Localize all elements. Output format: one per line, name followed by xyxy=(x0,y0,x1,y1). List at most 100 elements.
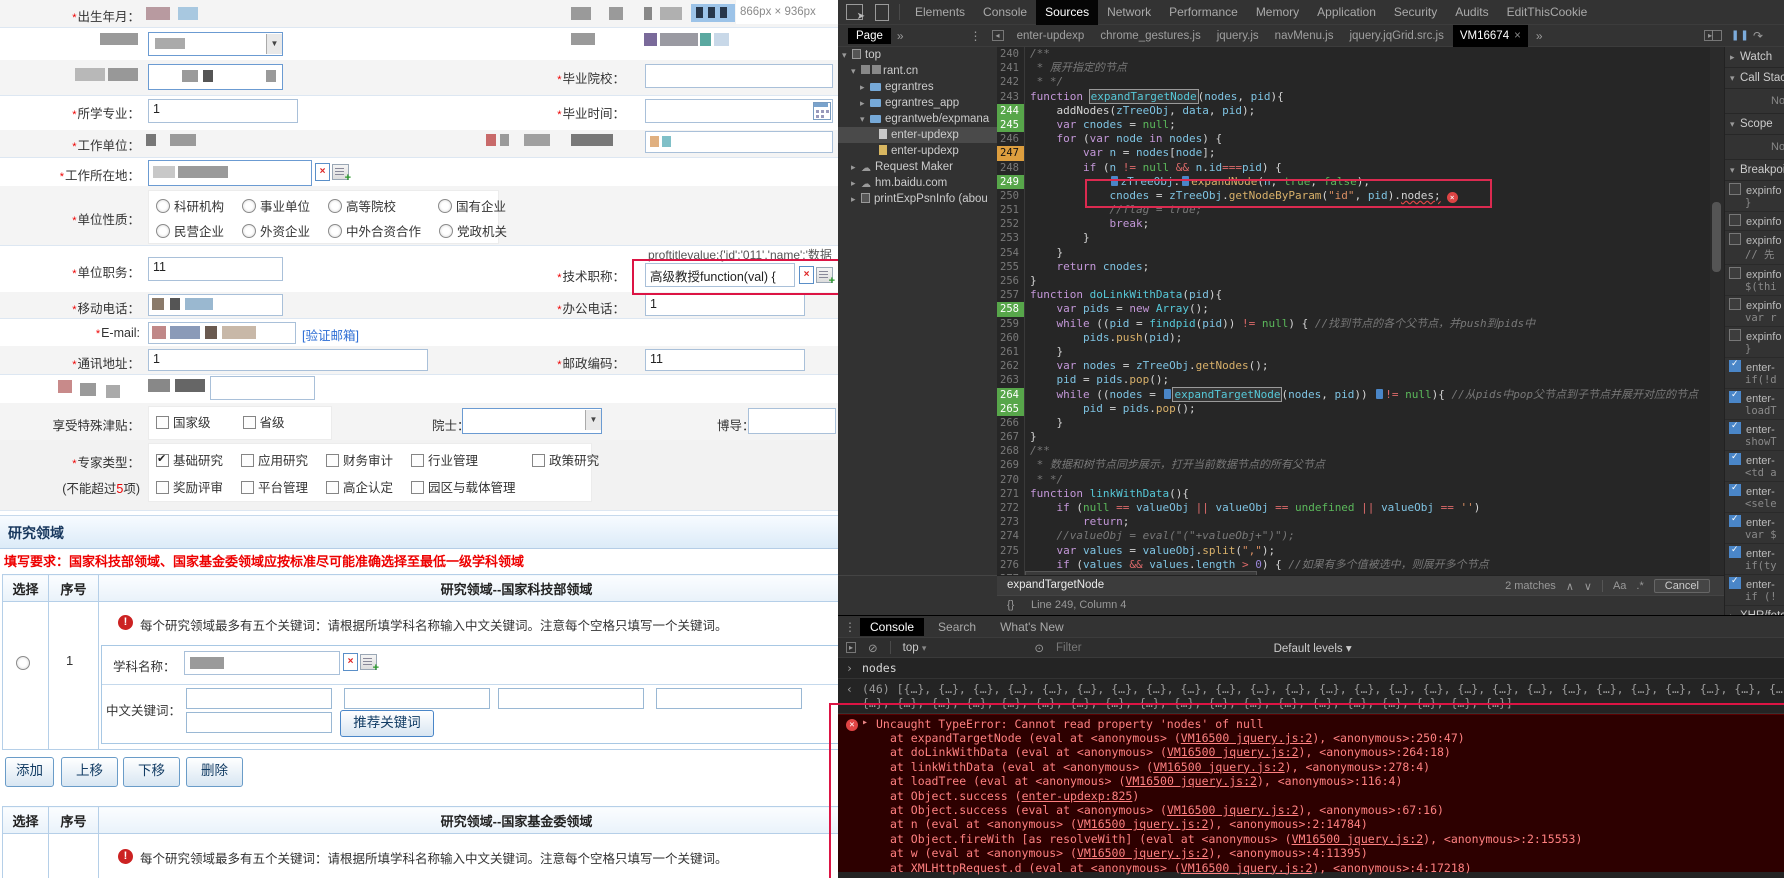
code-line-256[interactable]: 256} xyxy=(997,274,1710,288)
line-number[interactable]: 250 xyxy=(997,189,1025,203)
breakpoint-checkbox[interactable] xyxy=(1729,267,1741,279)
scope-section[interactable]: ▾Scope xyxy=(1725,114,1784,135)
address-input[interactable]: 1 xyxy=(148,349,428,371)
radio-button[interactable] xyxy=(156,199,170,213)
option-外资企业[interactable]: 外资企业 xyxy=(242,221,310,240)
more-files-icon[interactable]: » xyxy=(1536,29,1543,43)
row-select-radio[interactable] xyxy=(16,656,30,670)
inline-breakpoint-marker[interactable] xyxy=(1164,389,1171,399)
file-tab-chrome_gestures.js[interactable]: chrome_gestures.js xyxy=(1093,25,1207,47)
devtools-tab-elements[interactable]: Elements xyxy=(906,0,974,25)
radio-button[interactable] xyxy=(328,199,342,213)
code-line-253[interactable]: 253 } xyxy=(997,231,1710,245)
code-line-273[interactable]: 273 return; xyxy=(997,515,1710,529)
tree-item-egrantweb-expmana[interactable]: ▾egrantweb/expmana xyxy=(838,111,997,127)
devtools-tab-sources[interactable]: Sources xyxy=(1036,0,1098,25)
breakpoint-item[interactable]: expinfo$(thi xyxy=(1725,265,1784,296)
search-cancel-button[interactable]: Cancel xyxy=(1654,579,1710,593)
device-toolbar-icon[interactable] xyxy=(875,4,889,21)
code-line-245[interactable]: 245 var cnodes = null; xyxy=(997,118,1710,132)
breakpoint-checkbox[interactable] xyxy=(1729,422,1741,434)
keyword-input-2[interactable] xyxy=(344,688,490,709)
option-国有企业[interactable]: 国有企业 xyxy=(438,196,506,215)
clear-selection-icon[interactable]: × xyxy=(343,653,358,671)
code-line-255[interactable]: 255 return cnodes; xyxy=(997,260,1710,274)
breakpoint-checkbox[interactable] xyxy=(1729,329,1741,341)
select-from-list-icon[interactable] xyxy=(332,164,349,180)
doctoral-advisor-input[interactable] xyxy=(748,408,836,434)
option-高企认定[interactable]: 高企认定 xyxy=(326,477,393,496)
checkbox[interactable] xyxy=(156,416,169,429)
clear-console-icon[interactable]: ⊘ xyxy=(868,641,878,655)
option-政策研究[interactable]: 政策研究 xyxy=(532,450,599,469)
redacted-input[interactable] xyxy=(210,376,315,400)
drawer-menu-icon[interactable]: ⋮ xyxy=(844,620,856,634)
line-number[interactable]: 261 xyxy=(997,345,1025,359)
breakpoint-checkbox[interactable] xyxy=(1729,453,1741,465)
line-number[interactable]: 247 xyxy=(997,146,1025,160)
chevron-down-icon[interactable]: ▼ xyxy=(266,34,282,54)
line-number[interactable]: 241 xyxy=(997,61,1025,75)
devtools-tab-performance[interactable]: Performance xyxy=(1160,0,1247,25)
code-line-241[interactable]: 241 * 展开指定的节点 xyxy=(997,61,1710,75)
code-line-252[interactable]: 252 break; xyxy=(997,217,1710,231)
option-平台管理[interactable]: 平台管理 xyxy=(241,477,308,496)
breakpoint-item[interactable]: expinfo} xyxy=(1725,327,1784,358)
code-line-246[interactable]: 246 for (var node in nodes) { xyxy=(997,132,1710,146)
radio-button[interactable] xyxy=(439,224,453,238)
breakpoint-checkbox[interactable] xyxy=(1729,360,1741,372)
scrollbar-thumb[interactable] xyxy=(1712,202,1721,272)
breakpoint-checkbox[interactable] xyxy=(1729,577,1741,589)
breakpoint-checkbox[interactable] xyxy=(1729,183,1741,195)
code-line-265[interactable]: 265 pid = pids.pop(); xyxy=(997,402,1710,416)
devtools-tab-audits[interactable]: Audits xyxy=(1446,0,1497,25)
search-prev-icon[interactable]: ∧ xyxy=(1566,580,1574,593)
option-应用研究[interactable]: 应用研究 xyxy=(241,450,308,469)
breakpoint-checkbox[interactable] xyxy=(1729,515,1741,527)
line-number[interactable]: 265 xyxy=(997,402,1025,416)
code-line-263[interactable]: 263 pid = pids.pop(); xyxy=(997,373,1710,387)
xhr-breakpoints-section[interactable]: ▸XHR/fetch Breakpoints xyxy=(1725,606,1784,615)
tree-item-rant-cn[interactable]: ▾rant.cn xyxy=(838,63,997,79)
editor-scrollbar[interactable] xyxy=(1710,47,1724,575)
checkbox[interactable] xyxy=(411,454,424,467)
line-number[interactable]: 273 xyxy=(997,515,1025,529)
navigator-page-tab[interactable]: Page xyxy=(848,28,891,44)
code-line-268[interactable]: 268/** xyxy=(997,444,1710,458)
breakpoint-item[interactable]: enter-if (! xyxy=(1725,575,1784,606)
code-line-254[interactable]: 254 } xyxy=(997,246,1710,260)
action-button-删除[interactable]: 删除 xyxy=(186,757,243,787)
breakpoint-item[interactable]: enter-<td a xyxy=(1725,451,1784,482)
pretty-print-icon[interactable]: {} xyxy=(1007,599,1014,611)
breakpoint-checkbox[interactable] xyxy=(1729,391,1741,403)
match-case-toggle[interactable]: Aa xyxy=(1613,580,1626,592)
line-number[interactable]: 274 xyxy=(997,529,1025,543)
office-phone-input[interactable]: 1 xyxy=(645,294,805,316)
devtools-tab-application[interactable]: Application xyxy=(1308,0,1385,25)
code-line-260[interactable]: 260 pids.push(pid); xyxy=(997,331,1710,345)
close-tab-icon[interactable]: × xyxy=(1514,30,1521,42)
devtools-tab-security[interactable]: Security xyxy=(1385,0,1446,25)
tree-item-hm-baidu-com[interactable]: ▸☁hm.baidu.com xyxy=(838,175,997,191)
line-number[interactable]: 257 xyxy=(997,288,1025,302)
checkbox[interactable] xyxy=(532,454,545,467)
action-button-上移[interactable]: 上移 xyxy=(61,757,118,787)
checkbox[interactable] xyxy=(326,481,339,494)
chevron-down-icon[interactable]: ▼ xyxy=(585,410,601,430)
option-财务审计[interactable]: 财务审计 xyxy=(326,450,393,469)
option-中外合资合作[interactable]: 中外合资合作 xyxy=(328,221,421,240)
line-number[interactable]: 242 xyxy=(997,75,1025,89)
line-number[interactable]: 255 xyxy=(997,260,1025,274)
recommend-keywords-button[interactable]: 推荐关键词 xyxy=(340,710,434,737)
devtools-tab-network[interactable]: Network xyxy=(1098,0,1160,25)
line-number[interactable]: 263 xyxy=(997,373,1025,387)
regex-toggle[interactable]: .* xyxy=(1636,580,1643,592)
code-line-264[interactable]: 264 while ((nodes = expandTargetNode(nod… xyxy=(997,388,1710,402)
line-number[interactable]: 254 xyxy=(997,246,1025,260)
keyword-input-1[interactable] xyxy=(186,688,332,709)
line-number[interactable]: 267 xyxy=(997,430,1025,444)
breakpoint-checkbox[interactable] xyxy=(1729,233,1741,245)
breakpoint-item[interactable]: enter-loadT xyxy=(1725,389,1784,420)
line-number[interactable]: 244 xyxy=(997,104,1025,118)
radio-button[interactable] xyxy=(156,224,170,238)
